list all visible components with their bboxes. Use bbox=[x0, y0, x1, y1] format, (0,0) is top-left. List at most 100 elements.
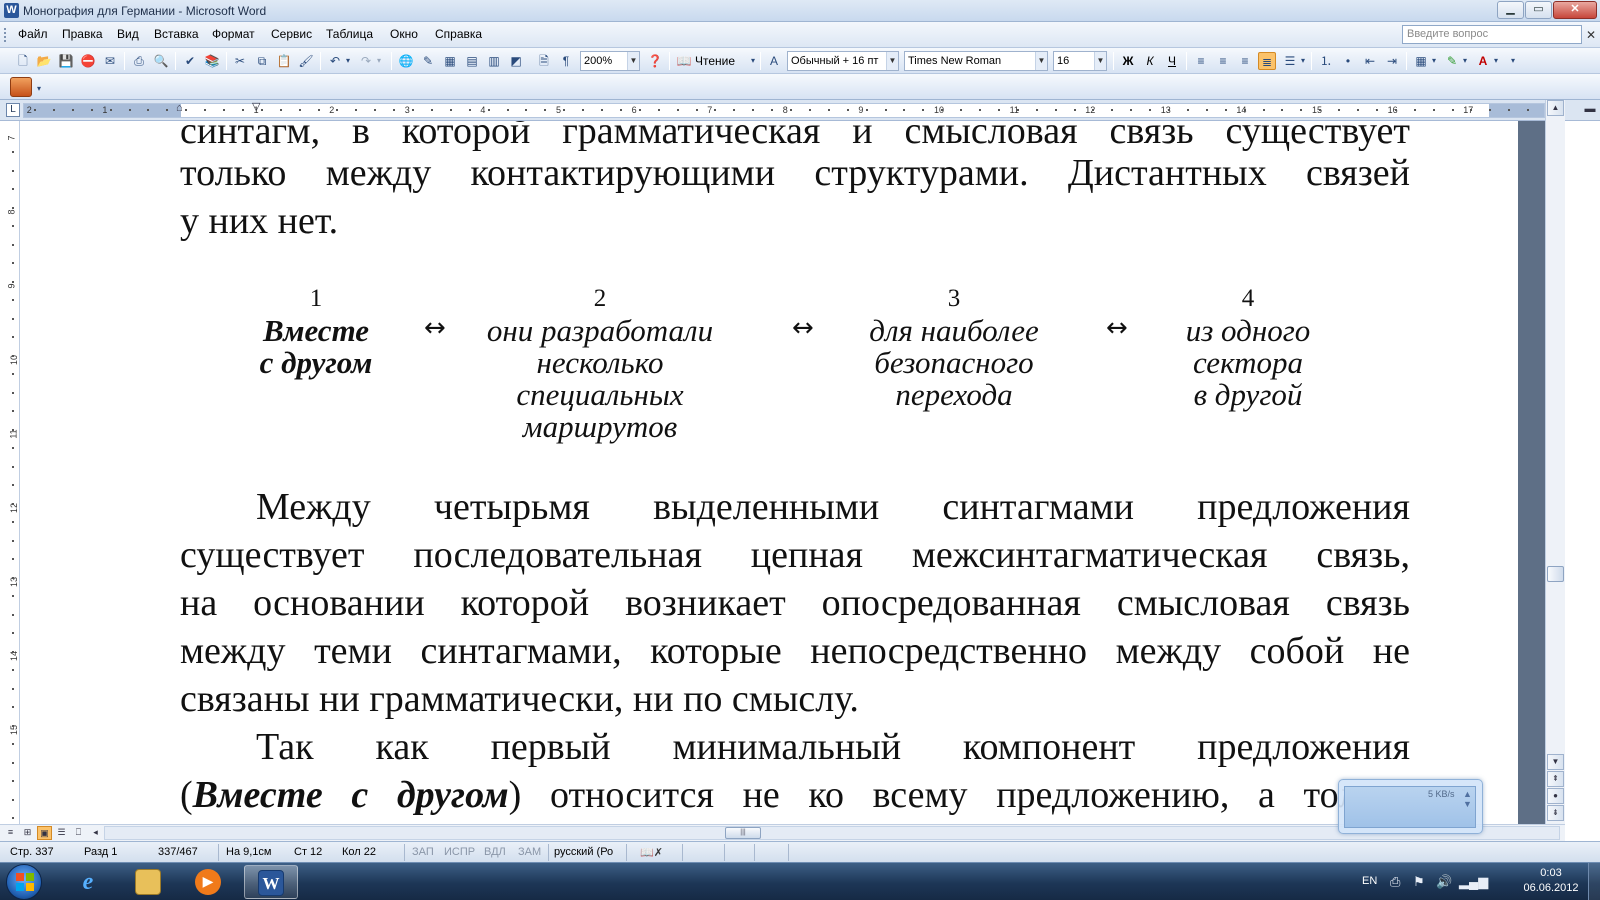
menu-insert[interactable]: Вставка bbox=[154, 27, 199, 41]
clock[interactable]: 0:03 06.06.2012 bbox=[1516, 866, 1586, 896]
font-color-icon[interactable]: A bbox=[1474, 52, 1492, 70]
scroll-down-icon[interactable]: ▼ bbox=[1547, 754, 1564, 770]
copy-icon[interactable]: ⧉ bbox=[253, 52, 271, 70]
chevron-down-icon[interactable]: ▼ bbox=[1035, 52, 1047, 70]
undo-dropdown-icon[interactable]: ▾ bbox=[343, 52, 353, 70]
previous-page-icon[interactable]: ⇞ bbox=[1547, 771, 1564, 787]
borders-dropdown-icon[interactable]: ▾ bbox=[1429, 52, 1439, 70]
status-position[interactable]: На 9,1см bbox=[226, 846, 271, 858]
tray-sound-icon[interactable]: 🔊 bbox=[1436, 874, 1452, 890]
styles-pane-icon[interactable]: A bbox=[765, 52, 783, 70]
reading-layout-icon[interactable]: 📖 bbox=[675, 52, 693, 70]
tray-printer-icon[interactable]: ⎙ bbox=[1390, 874, 1400, 890]
save-icon[interactable]: 💾 bbox=[57, 52, 75, 70]
ruler-right-marker-icon[interactable]: ▬ bbox=[1583, 103, 1597, 117]
menu-edit[interactable]: Правка bbox=[62, 27, 103, 41]
toolbar-options-icon[interactable]: ▾ bbox=[748, 52, 758, 70]
align-center-icon[interactable]: ≡ bbox=[1214, 52, 1232, 70]
open-folder-icon[interactable]: 📂 bbox=[35, 52, 53, 70]
taskbar-word[interactable]: W bbox=[244, 865, 298, 899]
tray-network-icon[interactable]: ▂▄▆ bbox=[1459, 874, 1488, 890]
spelling-icon[interactable]: ✔ bbox=[181, 52, 199, 70]
tab-selector[interactable]: L bbox=[6, 103, 20, 117]
increase-indent-icon[interactable]: ⇥ bbox=[1383, 52, 1401, 70]
hyperlink-icon[interactable]: 🌐 bbox=[397, 52, 415, 70]
status-line[interactable]: Ст 12 bbox=[294, 846, 322, 858]
insert-table-icon[interactable]: ▦ bbox=[441, 52, 459, 70]
italic-button[interactable]: К bbox=[1141, 52, 1159, 70]
redo-icon[interactable]: ↷ bbox=[357, 52, 375, 70]
language-indicator[interactable]: EN bbox=[1362, 875, 1377, 887]
status-section[interactable]: Разд 1 bbox=[84, 846, 117, 858]
scroll-up-icon[interactable]: ▲ bbox=[1547, 100, 1564, 116]
line-spacing-dropdown-icon[interactable]: ▾ bbox=[1298, 52, 1308, 70]
spelling-status-icon[interactable]: 📖✗ bbox=[640, 846, 663, 859]
status-pages[interactable]: 337/467 bbox=[158, 846, 198, 858]
horizontal-scroll-thumb[interactable]: ||| bbox=[725, 827, 761, 839]
permission-icon[interactable]: ⛔ bbox=[79, 52, 97, 70]
decrease-indent-icon[interactable]: ⇤ bbox=[1361, 52, 1379, 70]
status-page[interactable]: Стр. 337 bbox=[10, 846, 54, 858]
help-icon[interactable]: ❓ bbox=[646, 52, 664, 70]
left-indent-marker-icon[interactable]: ⌂ bbox=[176, 102, 183, 114]
document-map-icon[interactable]: 🗎 bbox=[535, 52, 553, 70]
highlight-dropdown-icon[interactable]: ▾ bbox=[1460, 52, 1470, 70]
menu-format[interactable]: Формат bbox=[212, 27, 255, 41]
status-language[interactable]: русский (Ро bbox=[554, 846, 613, 858]
print-icon[interactable]: ⎙ bbox=[130, 52, 148, 70]
widget-arrows-icon[interactable]: ▲ ▼ bbox=[1463, 789, 1472, 809]
close-button[interactable]: ✕ bbox=[1553, 1, 1597, 19]
menu-view[interactable]: Вид bbox=[117, 27, 139, 41]
justify-icon[interactable]: ≣ bbox=[1258, 52, 1276, 70]
status-overtype[interactable]: ЗАМ bbox=[518, 846, 541, 858]
research-icon[interactable] bbox=[10, 77, 32, 97]
bullets-icon[interactable]: • bbox=[1339, 52, 1357, 70]
menu-help[interactable]: Справка bbox=[435, 27, 482, 41]
taskbar-explorer[interactable] bbox=[122, 865, 176, 899]
align-right-icon[interactable]: ≡ bbox=[1236, 52, 1254, 70]
print-layout-view-icon[interactable]: ▣ bbox=[37, 826, 52, 840]
horizontal-scrollbar[interactable]: ≡ ⊞ ▣ ☰ ⎕ ◂ ||| bbox=[0, 824, 1565, 841]
redo-dropdown-icon[interactable]: ▾ bbox=[374, 52, 384, 70]
new-document-icon[interactable]: 🗋 bbox=[14, 52, 32, 70]
horizontal-ruler[interactable]: ⌂ ▽ 2 1 1 2 3 4 5 6 7 8 9 10 11 12 13 14 15 16 17 bbox=[23, 101, 1545, 118]
menu-tools[interactable]: Сервис bbox=[271, 27, 312, 41]
toolbar-options-icon[interactable]: ▾ bbox=[1508, 52, 1518, 70]
undo-icon[interactable]: ↶ bbox=[326, 52, 344, 70]
menu-table[interactable]: Таблица bbox=[326, 27, 373, 41]
document-page[interactable]: синтагм, в которой грамматическая и смыс… bbox=[22, 121, 1545, 824]
toolbar-options-icon[interactable]: ▾ bbox=[34, 80, 44, 98]
status-track-changes[interactable]: ИСПР bbox=[444, 846, 475, 858]
reading-mode-button[interactable]: Чтение bbox=[695, 54, 735, 68]
align-left-icon[interactable]: ≡ bbox=[1192, 52, 1210, 70]
vertical-scroll-thumb[interactable] bbox=[1547, 566, 1564, 582]
menu-grip[interactable] bbox=[4, 28, 8, 42]
font-select[interactable]: Times New Roman ▼ bbox=[904, 51, 1048, 71]
menu-file[interactable]: Файл bbox=[18, 27, 48, 41]
vertical-ruler[interactable]: 7 8 9 10 11 12 13 14 15 bbox=[6, 121, 20, 824]
show-desktop-button[interactable] bbox=[1588, 863, 1600, 900]
email-icon[interactable]: ✉ bbox=[101, 52, 119, 70]
chevron-down-icon[interactable]: ▼ bbox=[1094, 52, 1106, 70]
network-speed-widget[interactable]: 5 KB/s ▲ ▼ bbox=[1338, 779, 1483, 834]
status-record-macro[interactable]: ЗАП bbox=[412, 846, 434, 858]
minimize-button[interactable]: ▁ bbox=[1497, 1, 1524, 19]
print-preview-icon[interactable]: 🔍 bbox=[152, 52, 170, 70]
highlight-icon[interactable]: ✎ bbox=[1443, 52, 1461, 70]
research-books-icon[interactable]: 📚 bbox=[203, 52, 221, 70]
format-painter-icon[interactable]: 🖌 bbox=[297, 52, 315, 70]
borders-icon[interactable]: ▦ bbox=[1412, 52, 1430, 70]
help-question-input[interactable]: Введите вопрос bbox=[1402, 25, 1582, 44]
outline-view-icon[interactable]: ☰ bbox=[54, 826, 69, 840]
reading-view-icon[interactable]: ⎕ bbox=[71, 826, 86, 840]
taskbar-media-player[interactable]: ▶ bbox=[182, 865, 236, 899]
vertical-scrollbar[interactable]: ▲ ▼ ⇞ ● ⇟ bbox=[1545, 100, 1565, 824]
paste-icon[interactable]: 📋 bbox=[275, 52, 293, 70]
maximize-button[interactable]: ▭ bbox=[1525, 1, 1552, 19]
columns-icon[interactable]: ▥ bbox=[485, 52, 503, 70]
status-column[interactable]: Кол 22 bbox=[342, 846, 376, 858]
underline-button[interactable]: Ч bbox=[1163, 52, 1181, 70]
tray-flag-icon[interactable]: ⚑ bbox=[1413, 874, 1425, 890]
chevron-down-icon[interactable]: ▼ bbox=[627, 52, 639, 70]
line-spacing-icon[interactable]: ☰ bbox=[1281, 52, 1299, 70]
